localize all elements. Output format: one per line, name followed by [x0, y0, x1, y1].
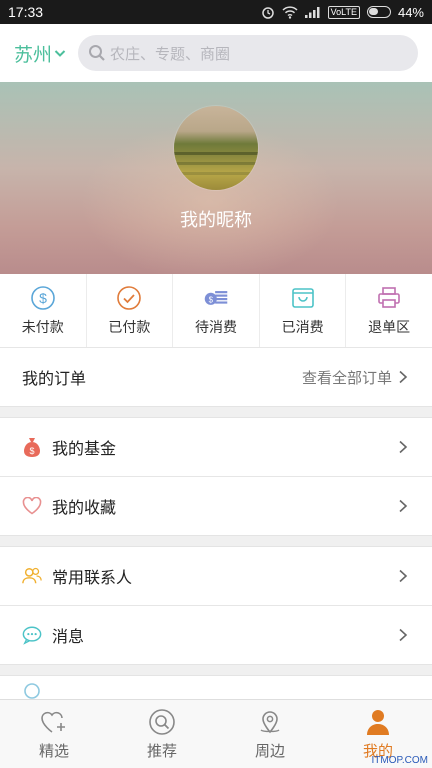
chevron-right-icon — [399, 569, 408, 583]
order-status-to-consume[interactable]: $ 待消费 — [173, 274, 260, 347]
printer-icon — [378, 286, 400, 308]
menu-item-contacts[interactable]: 常用联系人 — [0, 547, 432, 605]
order-status-label: 已消费 — [281, 319, 324, 336]
order-status-unpaid[interactable]: $ 未付款 — [0, 274, 87, 347]
order-status-label: 未付款 — [21, 319, 64, 336]
chevron-right-icon — [399, 440, 408, 454]
avatar[interactable] — [174, 106, 258, 190]
chevron-down-icon — [54, 50, 66, 57]
status-time: 17:33 — [8, 4, 44, 20]
search-input[interactable]: 农庄、专题、商圈 — [78, 35, 418, 71]
tab-label: 精选 — [38, 741, 69, 760]
menu-item-favorites[interactable]: 我的收藏 — [0, 477, 432, 535]
watermark: ITMOP.COM — [371, 755, 428, 766]
chevron-right-icon — [399, 499, 408, 513]
bottom-tab-bar: 精选 推荐 周边 我的 — [0, 699, 432, 768]
tab-nearby[interactable]: 周边 — [216, 700, 324, 768]
section-gap — [0, 406, 432, 418]
search-circle-icon — [149, 708, 175, 735]
tab-featured[interactable]: 精选 — [0, 700, 108, 768]
status-icons: VoLTE 44% — [261, 5, 424, 20]
order-status-consumed[interactable]: 已消费 — [260, 274, 347, 347]
search-placeholder: 农庄、专题、商圈 — [110, 44, 231, 63]
search-icon — [89, 45, 105, 61]
menu-item-label: 常用联系人 — [52, 568, 133, 587]
order-status-label: 已付款 — [108, 319, 151, 336]
menu-item-label: 消息 — [52, 627, 85, 646]
dollar-circle-icon: $ — [30, 285, 55, 310]
nickname[interactable]: 我的昵称 — [0, 206, 432, 232]
alarm-icon — [261, 7, 274, 19]
section-gap — [0, 535, 432, 547]
battery-icon — [366, 6, 391, 18]
heart-icon — [22, 496, 42, 516]
order-status-refund[interactable]: 退单区 — [346, 274, 432, 347]
header: 苏州 农庄、专题、商圈 — [0, 24, 432, 82]
user-icon — [367, 709, 389, 735]
chevron-right-icon — [399, 370, 408, 384]
city-selector[interactable]: 苏州 — [14, 40, 66, 67]
order-status-paid[interactable]: 已付款 — [87, 274, 174, 347]
order-status-row: $ 未付款 已付款 $ 待消费 已消费 退单区 — [0, 274, 432, 348]
status-bar: 17:33 VoLTE 44% — [0, 0, 432, 24]
profile-banner: 我的昵称 — [0, 82, 432, 274]
location-pin-icon — [260, 710, 280, 733]
svg-text:$: $ — [39, 290, 47, 306]
svg-text:$: $ — [29, 446, 34, 456]
svg-text:$: $ — [209, 295, 214, 304]
section-gap — [0, 664, 432, 676]
order-status-label: 退单区 — [368, 319, 411, 336]
bag-icon — [291, 287, 314, 308]
my-orders-label: 我的订单 — [22, 369, 87, 388]
tab-label: 推荐 — [146, 741, 177, 760]
check-circle-icon — [117, 285, 142, 310]
signal-icon — [304, 7, 320, 18]
order-status-label: 待消费 — [194, 319, 237, 336]
battery-level: 44% — [397, 4, 424, 20]
contacts-icon — [22, 566, 42, 586]
wifi-icon — [282, 5, 298, 19]
city-name: 苏州 — [14, 43, 53, 66]
view-all-orders-link[interactable]: 查看全部订单 — [302, 367, 392, 388]
settings-icon — [22, 681, 42, 701]
message-icon — [22, 625, 42, 645]
coin-stack-icon: $ — [204, 290, 228, 305]
menu-item-fund[interactable]: $ 我的基金 — [0, 418, 432, 476]
heart-plus-icon — [41, 711, 65, 733]
tab-label: 周边 — [254, 741, 285, 760]
menu-item-messages[interactable]: 消息 — [0, 606, 432, 664]
tab-recommend[interactable]: 推荐 — [108, 700, 216, 768]
chevron-right-icon — [399, 628, 408, 642]
menu-item-label: 我的基金 — [52, 439, 117, 458]
money-bag-icon: $ — [22, 437, 42, 457]
volte-badge: VoLTE — [327, 5, 360, 19]
menu-item-label: 我的收藏 — [52, 498, 117, 517]
my-orders-row[interactable]: 我的订单 查看全部订单 — [0, 348, 432, 406]
